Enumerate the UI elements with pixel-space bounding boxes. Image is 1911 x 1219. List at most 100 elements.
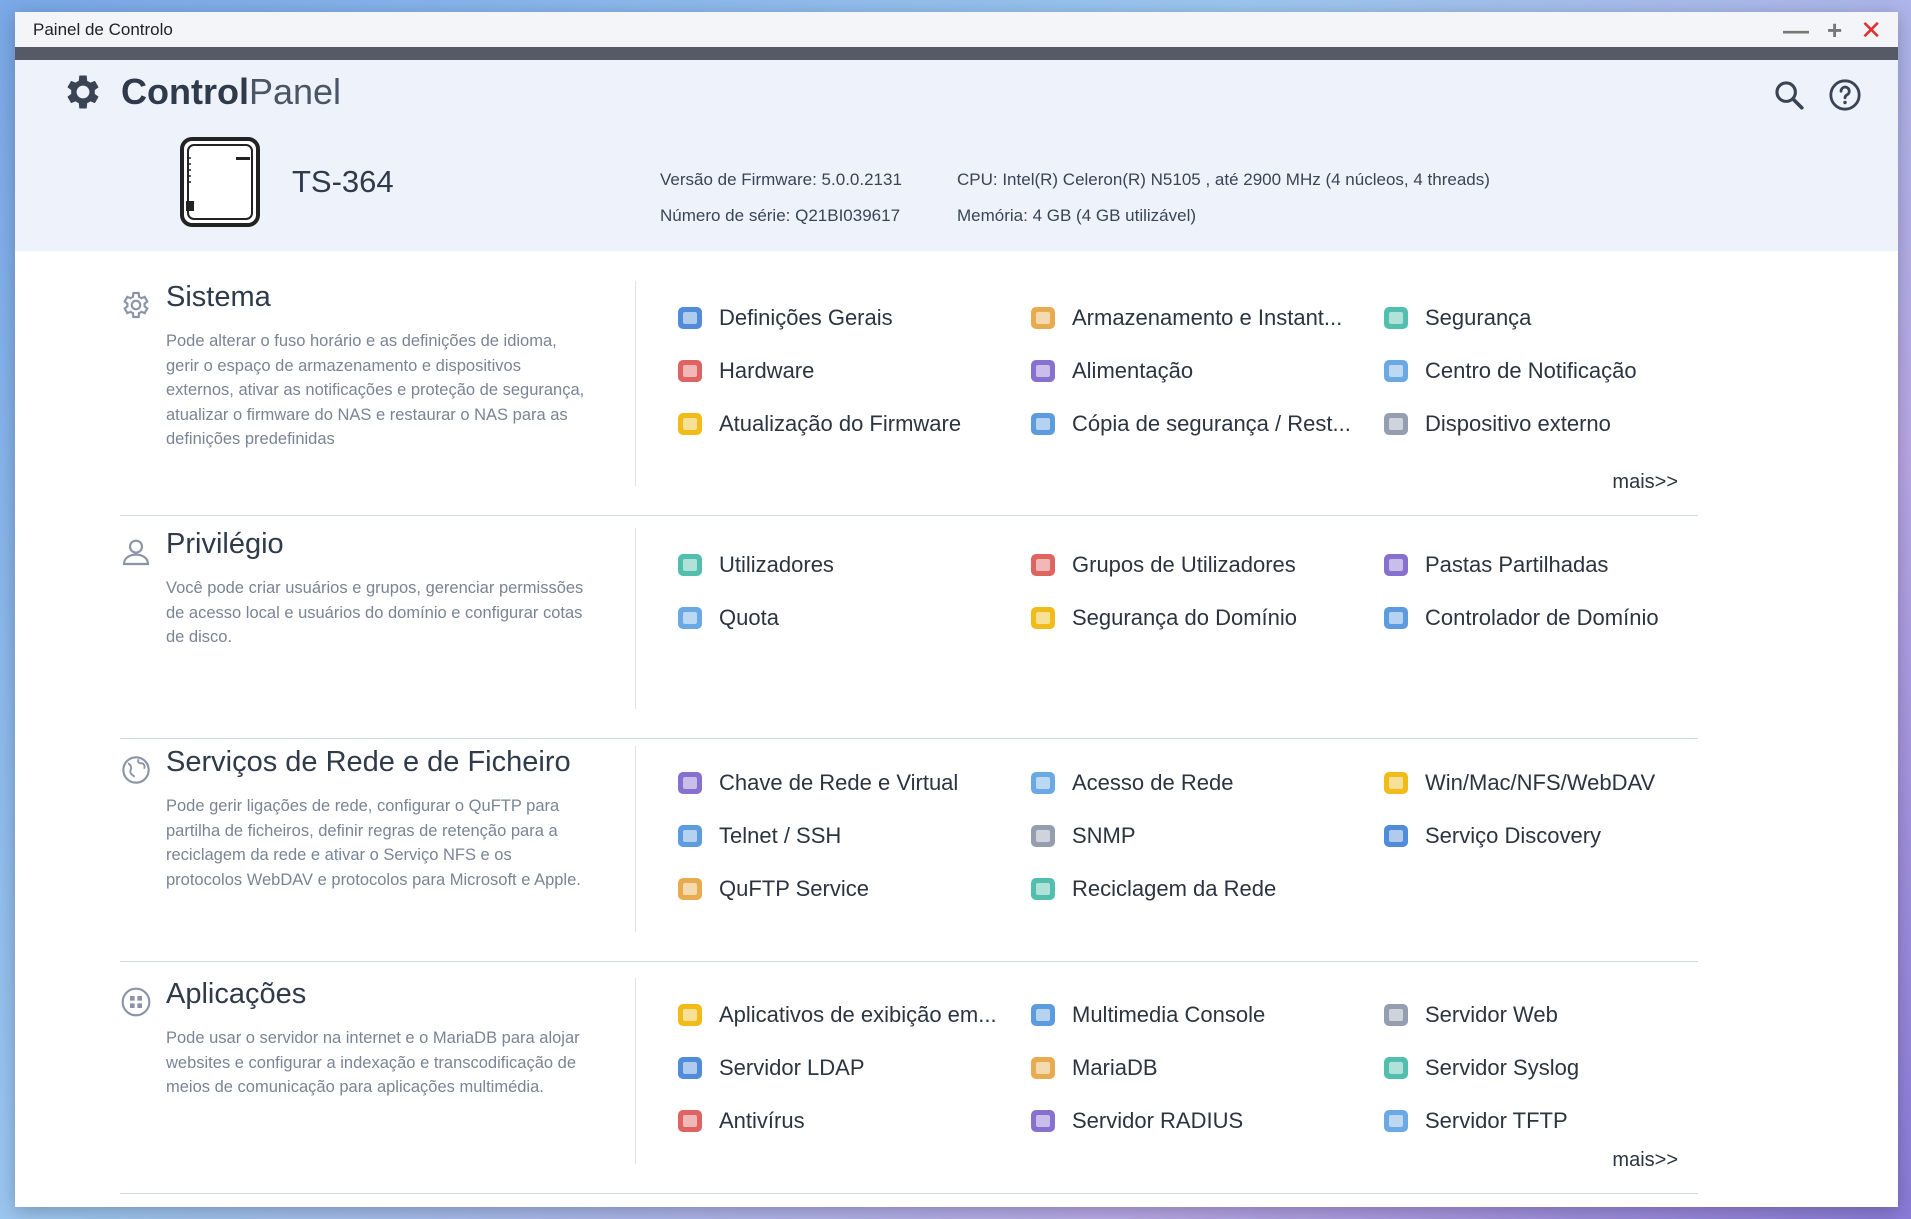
brand-name: ControlPanel: [121, 71, 342, 112]
settings-item[interactable]: Segurança: [1381, 301, 1734, 334]
section-4: Aplicações Pode usar o servidor na intern…: [120, 978, 1698, 1194]
settings-item-label: Servidor LDAP: [719, 1054, 865, 1080]
settings-item-label: MariaDB: [1072, 1054, 1158, 1080]
settings-item[interactable]: Pastas Partilhadas: [1381, 548, 1734, 581]
settings-item[interactable]: Armazenamento e Instant...: [1028, 301, 1381, 334]
settings-item-icon: [1031, 1003, 1055, 1026]
search-icon[interactable]: [1772, 78, 1806, 112]
settings-item-label: Hardware: [719, 357, 815, 383]
settings-item[interactable]: Antivírus: [675, 1104, 1028, 1137]
settings-item-label: Pastas Partilhadas: [1425, 551, 1609, 577]
close-button[interactable]: ✕: [1860, 17, 1882, 43]
settings-item-icon: [1384, 771, 1408, 794]
section-2: Privilégio Você pode criar usuários e gru…: [120, 528, 1698, 739]
settings-item[interactable]: Cópia de segurança / Rest...: [1028, 407, 1381, 440]
maximize-button[interactable]: +: [1827, 17, 1842, 43]
section-items: Utilizadores Grupos de Utilizadores Pastas…: [675, 548, 1734, 634]
settings-item-label: Multimedia Console: [1072, 1001, 1266, 1027]
title-bar: Painel de Controlo — + ✕: [15, 12, 1898, 60]
settings-item[interactable]: Chave de Rede e Virtual: [675, 766, 1028, 799]
user-icon: [122, 539, 150, 566]
settings-item[interactable]: Servidor Web: [1381, 998, 1734, 1031]
settings-item[interactable]: Hardware: [675, 354, 1028, 387]
section-1: Sistema Pode alterar o fuso horário e as …: [120, 281, 1698, 516]
apps-icon: [121, 987, 151, 1017]
settings-item-label: Telnet / SSH: [719, 822, 842, 848]
settings-item[interactable]: SNMP: [1028, 819, 1381, 852]
settings-item-label: Cópia de segurança / Rest...: [1072, 410, 1351, 436]
section-title: Serviços de Rede e de Ficheiro: [166, 746, 571, 778]
device-info: TS-364: [178, 135, 394, 229]
more-link[interactable]: mais>>: [1612, 1149, 1678, 1172]
settings-item[interactable]: Serviço Discovery: [1381, 819, 1734, 852]
settings-item[interactable]: Grupos de Utilizadores: [1028, 548, 1381, 581]
gear-icon: [67, 75, 99, 109]
section-title: Aplicações: [166, 978, 307, 1010]
settings-item-label: Definições Gerais: [719, 304, 893, 330]
settings-item[interactable]: Quota: [675, 601, 1028, 634]
settings-item-icon: [678, 412, 702, 435]
settings-item[interactable]: QuFTP Service: [675, 872, 1028, 905]
section-items: Chave de Rede e Virtual Acesso de Rede Win…: [675, 766, 1734, 905]
settings-item-label: Serviço Discovery: [1425, 822, 1602, 848]
settings-item-icon: [1031, 824, 1055, 847]
firmware-version: Versão de Firmware: 5.0.0.2131: [660, 170, 902, 189]
settings-item-icon: [678, 877, 702, 900]
settings-item-icon: [678, 306, 702, 329]
settings-item-label: Aplicativos de exibição em...: [719, 1001, 997, 1027]
settings-item-icon: [1384, 1109, 1408, 1132]
settings-item-icon: [1384, 1003, 1408, 1026]
settings-item[interactable]: Servidor RADIUS: [1028, 1104, 1381, 1137]
cpu-memory-info: CPU: Intel(R) Celeron(R) N5105 , até 290…: [957, 162, 1490, 234]
settings-item-label: Servidor Syslog: [1425, 1054, 1580, 1080]
settings-item[interactable]: Centro de Notificação: [1381, 354, 1734, 387]
settings-item[interactable]: Win/Mac/NFS/WebDAV: [1381, 766, 1734, 799]
settings-item[interactable]: Utilizadores: [675, 548, 1028, 581]
section-description: Você pode criar usuários e grupos, geren…: [166, 579, 584, 646]
section-3: Serviços de Rede e de Ficheiro Pode gerir…: [120, 746, 1698, 962]
settings-item[interactable]: Servidor Syslog: [1381, 1051, 1734, 1084]
device-model: TS-364: [292, 164, 394, 199]
settings-item[interactable]: MariaDB: [1028, 1051, 1381, 1084]
settings-item-icon: [1384, 824, 1408, 847]
vertical-divider: [635, 281, 636, 486]
settings-item[interactable]: Telnet / SSH: [675, 819, 1028, 852]
settings-item-icon: [678, 1003, 702, 1026]
memory-info: Memória: 4 GB (4 GB utilizável): [957, 206, 1197, 225]
help-icon[interactable]: [1828, 78, 1862, 112]
more-link[interactable]: mais>>: [1612, 471, 1678, 494]
settings-item-icon: [678, 1056, 702, 1079]
settings-item-label: Dispositivo externo: [1425, 410, 1611, 436]
settings-item-label: SNMP: [1072, 822, 1136, 848]
settings-item[interactable]: Dispositivo externo: [1381, 407, 1734, 440]
section-title: Privilégio: [166, 528, 284, 560]
firmware-serial-info: Versão de Firmware: 5.0.0.2131 Número de…: [660, 162, 902, 234]
settings-item-label: QuFTP Service: [719, 875, 869, 901]
settings-item[interactable]: Servidor TFTP: [1381, 1104, 1734, 1137]
settings-item-label: Armazenamento e Instant...: [1072, 304, 1343, 330]
settings-item[interactable]: Acesso de Rede: [1028, 766, 1381, 799]
settings-item[interactable]: Segurança do Domínio: [1028, 601, 1381, 634]
settings-item[interactable]: Aplicativos de exibição em...: [675, 998, 1028, 1031]
minimize-button[interactable]: —: [1783, 17, 1809, 43]
settings-item-icon: [1031, 412, 1055, 435]
settings-item[interactable]: Controlador de Domínio: [1381, 601, 1734, 634]
settings-item-label: Quota: [719, 604, 779, 630]
settings-item[interactable]: Reciclagem da Rede: [1028, 872, 1381, 905]
settings-item-icon: [678, 553, 702, 576]
settings-item-label: Segurança do Domínio: [1072, 604, 1298, 630]
settings-item[interactable]: Servidor LDAP: [675, 1051, 1028, 1084]
nas-device-icon: [180, 137, 260, 227]
settings-item-label: Atualização do Firmware: [719, 410, 962, 436]
settings-item-icon: [1031, 553, 1055, 576]
settings-item-label: Acesso de Rede: [1072, 769, 1234, 795]
settings-item[interactable]: Multimedia Console: [1028, 998, 1381, 1031]
settings-item[interactable]: Definições Gerais: [675, 301, 1028, 334]
settings-item-icon: [1031, 606, 1055, 629]
settings-item-icon: [1031, 306, 1055, 329]
settings-item-icon: [678, 1109, 702, 1132]
settings-item[interactable]: Alimentação: [1028, 354, 1381, 387]
settings-item[interactable]: Atualização do Firmware: [675, 407, 1028, 440]
settings-item-icon: [1384, 606, 1408, 629]
settings-item-label: Servidor TFTP: [1425, 1107, 1568, 1133]
